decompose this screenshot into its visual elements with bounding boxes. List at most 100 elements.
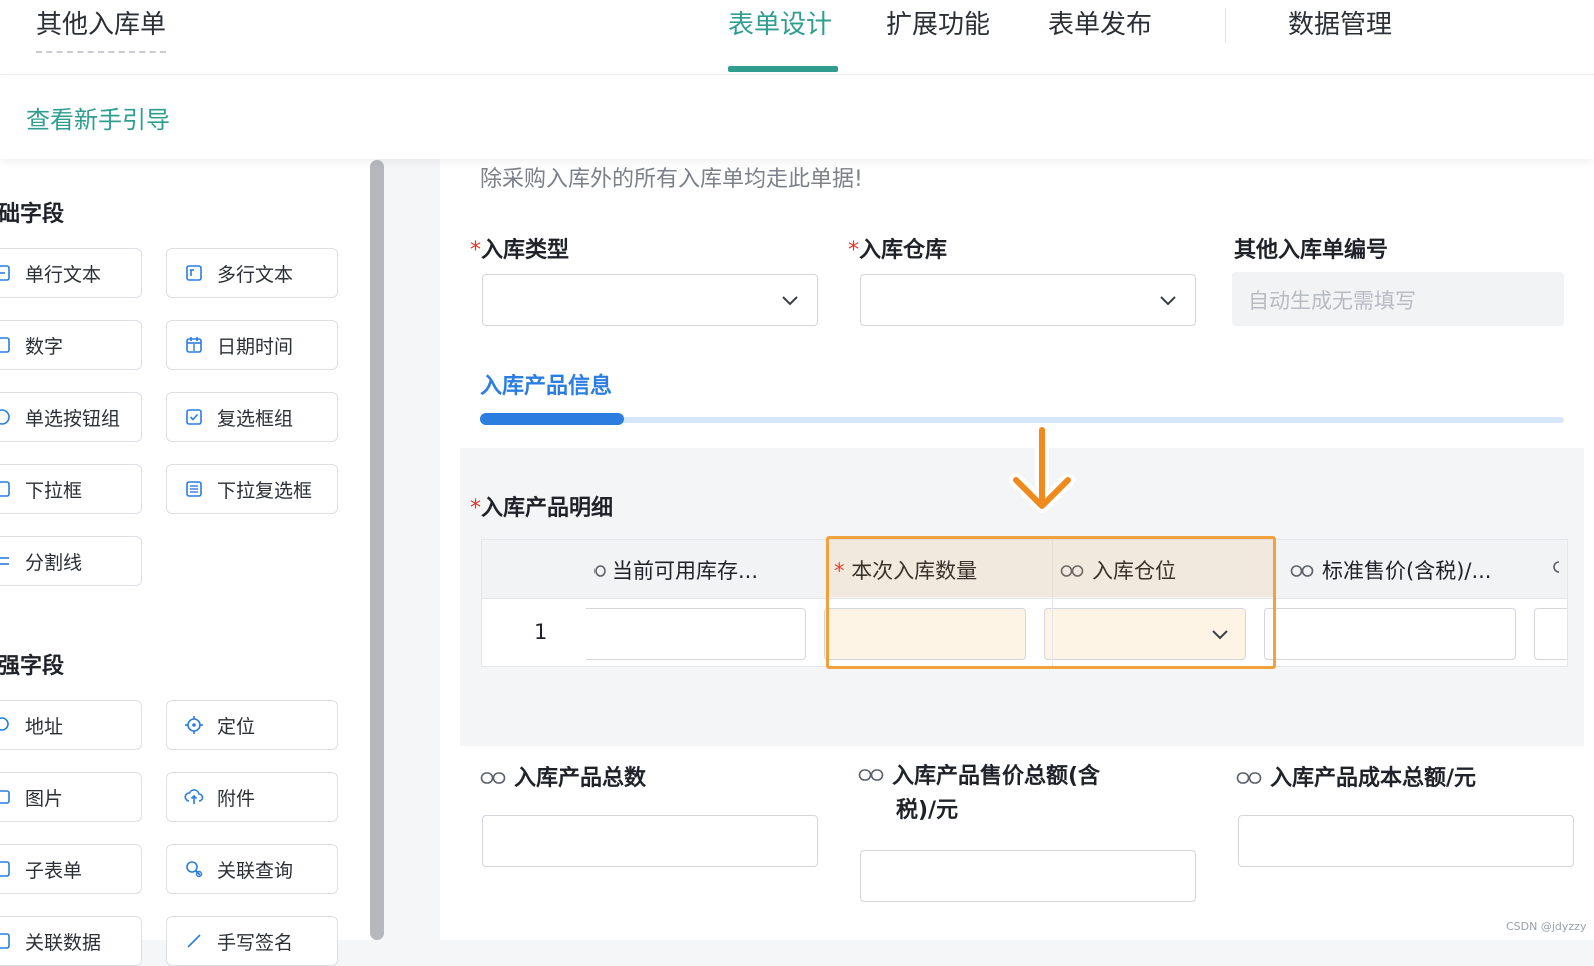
type-label-text: 入库类型 [481,238,570,263]
guide-bar: 查看新手引导 [0,75,1594,159]
link-icon [1290,560,1314,584]
type-label: *入库类型 [470,232,569,264]
field-image[interactable]: 图片 [0,772,142,822]
field-label: 子表单 [25,859,83,882]
type-select[interactable] [482,274,818,326]
field-divider[interactable]: 分割线 [0,536,142,586]
total-count-input[interactable] [482,815,818,867]
product-detail-text: 入库产品明细 [481,496,614,521]
field-dropdown[interactable]: 下拉框 [0,464,142,514]
active-tab-indicator [728,66,838,72]
cost-total-input[interactable] [1238,815,1574,867]
field-label: 关联数据 [25,931,102,954]
product-info-tab[interactable]: 入库产品信息 [480,368,612,400]
field-label: 复选框组 [217,407,294,430]
divider-icon [0,550,13,572]
col-available-stock[interactable]: 当前可用库存... [594,555,758,585]
related-query-icon [183,858,205,880]
warehouse-label: *入库仓库 [848,232,947,264]
field-signature[interactable]: 手写签名 [166,916,338,966]
field-related-data[interactable]: 关联数据 [0,916,142,966]
sale-total-label-line1: 入库产品售价总额(含 [892,764,1101,789]
field-checkbox-group[interactable]: 复选框组 [166,392,338,442]
checkbox-icon [183,406,205,428]
watermark: CSDN @jdyzzy [1506,920,1587,933]
total-count-label-text: 入库产品总数 [514,766,647,791]
field-location[interactable]: 定位 [166,700,338,750]
field-label: 下拉框 [25,479,83,502]
field-multi-line-text[interactable]: 多行文本 [166,248,338,298]
field-label: 多行文本 [217,263,294,286]
field-subform[interactable]: 子表单 [0,844,142,894]
tab-data-management[interactable]: 数据管理 [1288,4,1392,41]
field-label: 地址 [25,715,64,738]
address-icon [0,714,13,736]
tab-active-indicator [480,413,624,425]
cell-standard-price-input[interactable] [1264,608,1516,660]
warehouse-label-text: 入库仓库 [859,238,948,263]
field-related-query[interactable]: 关联查询 [166,844,338,894]
signature-icon [183,930,205,952]
text-multiline-icon [183,262,205,284]
col-label: 标准售价(含税)/... [1322,559,1492,583]
field-label: 关联查询 [217,859,294,882]
tab-track [480,417,1564,423]
col-standard-price[interactable]: 标准售价(含税)/... [1290,555,1492,585]
total-count-label: 入库产品总数 [480,760,646,792]
field-label: 分割线 [25,551,83,574]
field-number[interactable]: 数字 [0,320,142,370]
radio-icon [0,406,13,428]
col-label: 入库仓位 [1092,559,1176,583]
field-label: 日期时间 [217,335,294,358]
app-title[interactable]: 其他入库单 [36,4,167,53]
field-address[interactable]: 地址 [0,700,142,750]
product-detail-label: *入库产品明细 [470,490,613,522]
cell-next-partial-input[interactable] [1534,608,1567,660]
field-datetime[interactable]: 日期时间 [166,320,338,370]
chevron-down-icon [779,289,801,315]
palette-scrollbar[interactable] [370,160,384,940]
field-radio-group[interactable]: 单选按钮组 [0,392,142,442]
subform-icon [0,858,13,880]
field-label: 图片 [25,787,64,810]
col-inbound-quantity[interactable]: * 本次入库数量 [834,555,977,585]
field-label: 手写签名 [217,931,294,954]
link-icon [594,560,606,584]
location-icon [183,714,205,736]
related-data-icon [0,930,13,952]
beginner-guide-link[interactable]: 查看新手引导 [26,100,170,135]
field-single-line-text[interactable]: 单行文本 [0,248,142,298]
tab-form-design[interactable]: 表单设计 [728,4,832,41]
tab-extensions[interactable]: 扩展功能 [886,4,990,41]
cell-storage-location-select[interactable] [1044,608,1246,660]
sale-total-label-line2: 税)/元 [896,798,959,823]
field-attachment[interactable]: 附件 [166,772,338,822]
col-next-partial [1548,555,1560,580]
form-description: 除采购入库外的所有入库单均走此单据! [480,167,863,192]
warehouse-select[interactable] [860,274,1196,326]
order-number-field: 自动生成无需填写 [1232,272,1564,326]
top-nav-bar: 其他入库单 表单设计 扩展功能 表单发布 数据管理 [0,0,1594,75]
link-icon [858,760,884,794]
link-icon [1548,556,1560,580]
cost-total-label-text: 入库产品成本总额/元 [1270,766,1477,791]
field-label: 定位 [217,715,256,738]
product-detail-table: 当前可用库存... * 本次入库数量 入库仓位 标准售价(含税)/... 1 [481,539,1568,667]
image-icon [0,786,13,808]
field-label: 单选按钮组 [25,407,121,430]
cell-available-stock-input[interactable] [586,608,806,660]
col-storage-location[interactable]: 入库仓位 [1060,555,1176,585]
chevron-down-icon [1209,623,1231,649]
field-dropdown-checkbox[interactable]: 下拉复选框 [166,464,338,514]
cost-total-label: 入库产品成本总额/元 [1236,760,1476,792]
field-label: 数字 [25,335,64,358]
chevron-down-icon [1157,289,1179,315]
required-mark: * [470,238,481,263]
field-label: 单行文本 [25,263,102,286]
sale-total-input[interactable] [860,850,1196,902]
nav-divider [1225,8,1226,42]
field-label: 下拉复选框 [217,479,313,502]
tab-form-publish[interactable]: 表单发布 [1048,4,1152,41]
cell-inbound-quantity-input[interactable] [824,608,1026,660]
row-index: 1 [534,620,548,644]
